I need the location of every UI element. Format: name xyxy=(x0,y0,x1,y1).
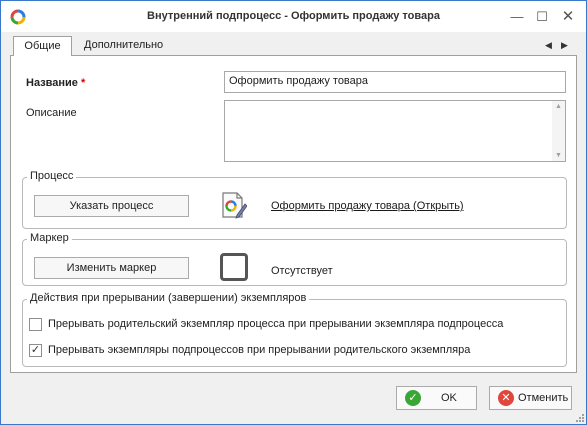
open-process-link[interactable]: Оформить продажу товара (Открыть) xyxy=(271,200,464,212)
maximize-button[interactable]: ☐ xyxy=(531,7,553,27)
process-group-title: Процесс xyxy=(27,170,77,182)
cancel-icon: ✕ xyxy=(498,390,514,406)
cancel-button-label: Отменить xyxy=(518,392,569,404)
window-title: Внутренний подпроцесс - Оформить продажу… xyxy=(147,10,440,22)
dialog-window: Внутренний подпроцесс - Оформить продажу… xyxy=(0,0,587,425)
title-bar[interactable]: Внутренний подпроцесс - Оформить продажу… xyxy=(1,1,586,32)
tab-scroll-right-icon[interactable]: ▶ xyxy=(561,40,568,51)
select-process-button[interactable]: Указать процесс xyxy=(34,195,189,217)
scroll-up-icon[interactable]: ▲ xyxy=(555,103,562,110)
tab-general[interactable]: Общие xyxy=(13,36,72,57)
tab-strip: Общие Дополнительно ◀ ▶ xyxy=(10,36,577,57)
checkbox-abort-parent-label[interactable]: Прерывать родительский экземпляр процесс… xyxy=(48,318,503,330)
close-button[interactable]: ✕ xyxy=(557,7,579,27)
description-textarea[interactable]: ▲ ▼ xyxy=(224,100,566,162)
actions-group: Действия при прерывании (завершении) экз… xyxy=(22,292,567,367)
marker-status: Отсутствует xyxy=(271,265,333,277)
checkbox-abort-subprocesses-label[interactable]: Прерывать экземпляры подпроцессов при пр… xyxy=(48,344,470,356)
name-label-text: Название xyxy=(26,77,78,89)
checkbox-abort-subprocesses[interactable]: ✓ xyxy=(29,344,42,357)
process-group: Процесс Указать процесс Оформить продажу… xyxy=(22,170,567,229)
cancel-button[interactable]: ✕ Отменить xyxy=(489,386,572,410)
marker-preview-icon xyxy=(220,253,248,281)
ok-button[interactable]: ✓ OK xyxy=(396,386,477,410)
required-mark: * xyxy=(81,77,86,89)
scroll-down-icon[interactable]: ▼ xyxy=(555,152,562,159)
change-marker-button[interactable]: Изменить маркер xyxy=(34,257,189,279)
ok-button-label: OK xyxy=(441,392,457,404)
marker-group: Маркер Изменить маркер Отсутствует xyxy=(22,232,567,286)
marker-group-title: Маркер xyxy=(27,232,72,244)
name-label: Название * xyxy=(26,77,85,89)
tab-additional[interactable]: Дополнительно xyxy=(84,36,163,56)
name-input[interactable]: Оформить продажу товара xyxy=(224,71,566,93)
description-label: Описание xyxy=(26,107,77,119)
tab-page-general: Название * Оформить продажу товара Описа… xyxy=(10,56,577,373)
resize-grip-icon[interactable] xyxy=(576,414,584,422)
checkbox-abort-parent[interactable] xyxy=(29,318,42,331)
minimize-button[interactable]: — xyxy=(506,7,528,27)
check-icon: ✓ xyxy=(405,390,421,406)
document-edit-icon xyxy=(222,192,247,219)
actions-group-title: Действия при прерывании (завершении) экз… xyxy=(27,292,310,304)
description-scrollbar[interactable]: ▲ ▼ xyxy=(552,101,565,161)
tab-scroll-left-icon[interactable]: ◀ xyxy=(545,40,552,51)
